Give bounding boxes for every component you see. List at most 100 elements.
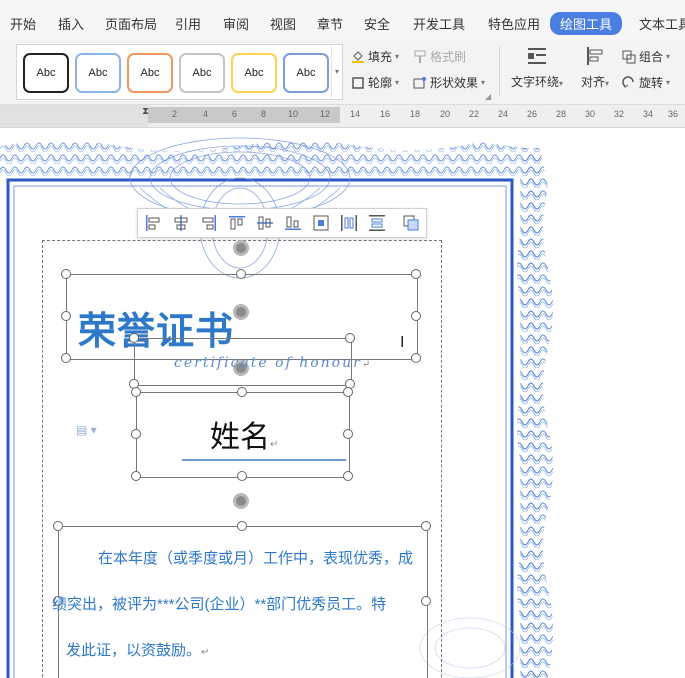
group-icon — [622, 50, 636, 63]
resize-handle[interactable] — [343, 387, 353, 397]
resize-handle[interactable] — [61, 311, 71, 321]
group-button[interactable]: 组合 ▾ — [622, 48, 670, 65]
resize-handle[interactable] — [421, 596, 431, 606]
align-left-icon[interactable] — [144, 214, 162, 232]
gallery-more-icon[interactable]: ▾ — [331, 45, 342, 99]
rotate-handle-icon[interactable] — [233, 493, 249, 509]
align-label: 对齐 — [580, 75, 605, 89]
distribute-horizontal-icon[interactable] — [340, 214, 358, 232]
menu-review[interactable]: 审阅 — [223, 14, 249, 33]
dialog-launcher-icon[interactable]: ◢ — [485, 92, 491, 101]
document-area[interactable]: 荣誉证书 certificate of honour↵ 姓名↵ ▤ ▾ 在本年度… — [0, 128, 685, 678]
ruler-number: 2 — [172, 109, 178, 119]
shape-style-3[interactable]: Abc — [127, 53, 173, 93]
outline-label: 轮廓 — [368, 76, 393, 90]
resize-handle[interactable] — [131, 471, 141, 481]
text-wrap-button[interactable]: 文字环绕▾ — [506, 46, 568, 90]
selection-pane-icon[interactable] — [402, 214, 420, 232]
resize-handle[interactable] — [237, 471, 247, 481]
menu-page-layout[interactable]: 页面布局 — [105, 14, 157, 33]
shape-style-2[interactable]: Abc — [75, 53, 121, 93]
resize-handle[interactable] — [53, 521, 63, 531]
menu-text-tools[interactable]: 文本工具 — [639, 14, 685, 33]
align-top-icon[interactable] — [228, 214, 246, 232]
ruler-number: 26 — [527, 109, 538, 119]
group-label: 组合 — [639, 50, 664, 64]
ruler-number: 32 — [614, 109, 625, 119]
align-bottom-icon[interactable] — [284, 214, 302, 232]
resize-handle[interactable] — [236, 269, 246, 279]
shape-effects-label: 形状效果 — [430, 76, 479, 90]
ruler-number: 24 — [498, 109, 509, 119]
format-painter-label: 格式刷 — [430, 50, 467, 64]
align-icon — [587, 47, 603, 65]
menu-featured[interactable]: 特色应用 — [488, 14, 540, 33]
distribute-vertical-icon[interactable] — [368, 214, 386, 232]
rotate-label: 旋转 — [639, 76, 664, 90]
shape-effects-icon — [413, 76, 426, 88]
align-button[interactable]: 对齐▾ — [576, 46, 614, 90]
ruler-number: 8 — [261, 109, 267, 119]
align-page-center-icon[interactable] — [312, 214, 330, 232]
shape-style-5[interactable]: Abc — [231, 53, 277, 93]
format-painter-button[interactable]: 格式刷 — [413, 48, 466, 65]
align-right-icon[interactable] — [200, 214, 218, 232]
shape-effects-button[interactable]: 形状效果 ▾ — [413, 74, 485, 91]
menu-developer[interactable]: 开发工具 — [413, 14, 465, 33]
menu-start[interactable]: 开始 — [10, 14, 36, 33]
resize-handle[interactable] — [129, 333, 139, 343]
indent-marker-icon[interactable]: ⧗ — [142, 106, 149, 117]
resize-handle[interactable] — [343, 429, 353, 439]
resize-handle[interactable] — [421, 521, 431, 531]
resize-handle[interactable] — [131, 429, 141, 439]
resize-handle[interactable] — [237, 387, 247, 397]
align-middle-icon[interactable] — [256, 214, 274, 232]
ribbon: Abc Abc Abc Abc Abc Abc ▾ 填充 ▾ 格式刷 轮廓 ▾ 形状… — [0, 40, 685, 105]
resize-handle[interactable] — [345, 333, 355, 343]
shape-style-6[interactable]: Abc — [283, 53, 329, 93]
align-floating-toolbar — [137, 208, 427, 238]
resize-handle[interactable] — [61, 353, 71, 363]
rotate-handle-icon[interactable] — [233, 304, 249, 320]
ruler-number: 20 — [440, 109, 451, 119]
fill-button[interactable]: 填充 ▾ — [351, 48, 399, 65]
resize-handle[interactable] — [343, 471, 353, 481]
ruler-number: 28 — [556, 109, 567, 119]
rotate-handle-icon[interactable] — [233, 240, 249, 256]
menu-sections[interactable]: 章节 — [317, 14, 343, 33]
text-wrap-icon — [528, 48, 546, 64]
menu-view[interactable]: 视图 — [270, 14, 296, 33]
resize-handle[interactable] — [411, 353, 421, 363]
rotate-button[interactable]: 旋转 ▾ — [622, 74, 670, 91]
text-cursor-icon: I — [400, 334, 405, 351]
horizontal-ruler[interactable]: ⧗ 2 4 6 8 10 12 14 16 18 20 22 24 26 28 … — [0, 105, 685, 128]
ruler-margin — [0, 105, 148, 127]
paste-options-icon[interactable]: ▤ ▾ — [76, 423, 97, 437]
resize-handle[interactable] — [411, 269, 421, 279]
ruler-number: 4 — [203, 109, 209, 119]
ruler-number: 22 — [469, 109, 480, 119]
align-center-icon[interactable] — [172, 214, 190, 232]
ruler-number: 6 — [232, 109, 238, 119]
shape-style-4[interactable]: Abc — [179, 53, 225, 93]
menu-references[interactable]: 引用 — [175, 14, 201, 33]
rotate-icon — [622, 75, 634, 88]
ruler-number: 10 — [288, 109, 299, 119]
resize-handle[interactable] — [411, 311, 421, 321]
menu-drawing-tools[interactable]: 绘图工具 — [550, 12, 623, 35]
resize-handle[interactable] — [131, 387, 141, 397]
ribbon-separator — [499, 46, 500, 96]
resize-handle[interactable] — [237, 521, 247, 531]
menu-bar: 开始 插入 页面布局 引用 审阅 视图 章节 安全 开发工具 特色应用 绘图工具… — [0, 0, 685, 44]
body-line: 发此证，以资鼓励。 — [66, 642, 202, 659]
menu-insert[interactable]: 插入 — [58, 14, 84, 33]
resize-handle[interactable] — [61, 269, 71, 279]
outline-button[interactable]: 轮廓 ▾ — [351, 74, 399, 91]
recipient-name: 姓名↵ — [210, 421, 279, 454]
certificate-body: 在本年度（或季度或月）工作中，表现优秀，成 绩突出，被评为***公司(企业）**… — [52, 536, 420, 676]
ruler-number: 34 — [643, 109, 654, 119]
menu-security[interactable]: 安全 — [364, 14, 390, 33]
body-line: 在本年度（或季度或月）工作中，表现优秀，成 — [98, 550, 414, 567]
shape-style-1[interactable]: Abc — [23, 53, 69, 93]
format-painter-icon — [414, 50, 426, 63]
